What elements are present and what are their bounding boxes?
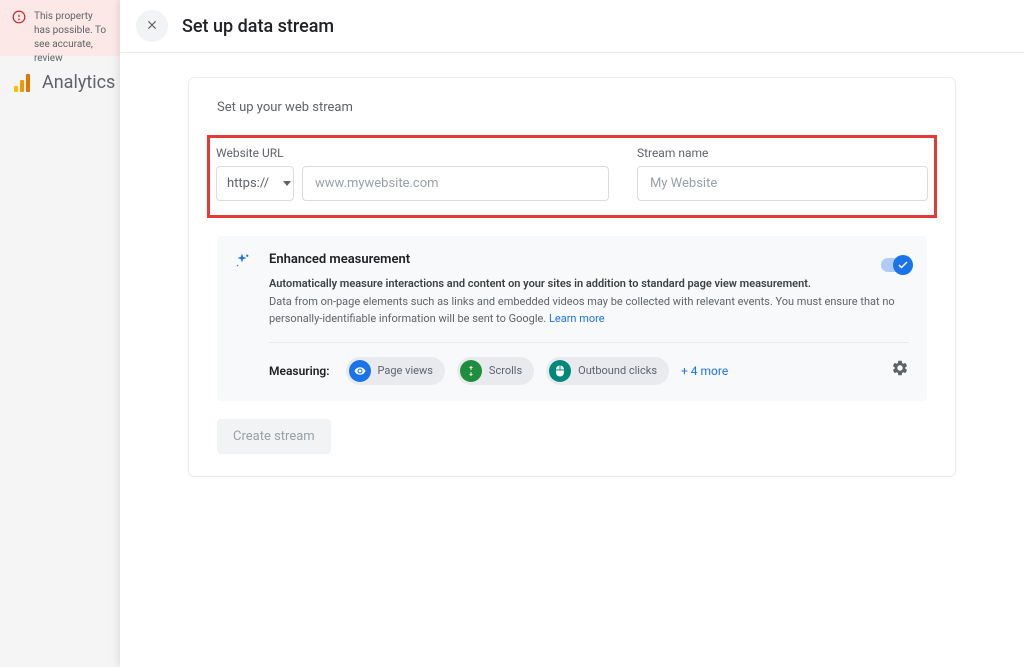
enhanced-title: Enhanced measurement	[269, 252, 909, 267]
mouse-icon	[549, 360, 571, 382]
chip-page-views: Page views	[346, 357, 445, 385]
alert-text: This property has possible. To see accur…	[34, 10, 108, 46]
measuring-label: Measuring:	[269, 364, 330, 378]
divider	[269, 342, 909, 343]
alert-icon	[12, 10, 26, 46]
chip-label: Outbound clicks	[578, 364, 657, 377]
url-input-wrap: https://	[216, 166, 609, 201]
setup-card: Set up your web stream Website URL https…	[188, 77, 956, 477]
protocol-value: https://	[227, 176, 269, 191]
chip-label: Page views	[378, 364, 433, 377]
eye-icon	[349, 360, 371, 382]
analytics-logo-icon	[14, 74, 32, 92]
modal-header: Set up data stream	[120, 0, 1024, 53]
url-label: Website URL	[216, 146, 609, 160]
stream-name-input[interactable]	[637, 166, 928, 201]
backdrop-panel: This property has possible. To see accur…	[0, 0, 120, 667]
more-link[interactable]: + 4 more	[681, 364, 728, 378]
gear-icon	[891, 361, 909, 382]
card-subtitle: Set up your web stream	[217, 100, 927, 115]
highlight-box: Website URL https:// Stream name	[207, 135, 937, 218]
analytics-label: Analytics	[42, 72, 115, 93]
enhanced-line1: Automatically measure interactions and c…	[269, 277, 811, 290]
field-row: Website URL https:// Stream name	[216, 146, 928, 201]
close-icon	[145, 17, 159, 36]
measuring-row: Measuring: Page views Scrolls	[269, 357, 909, 385]
gear-button[interactable]	[891, 359, 909, 382]
enhanced-measurement-box: Enhanced measurement Automatically measu…	[217, 236, 927, 401]
chip-scrolls: Scrolls	[457, 357, 534, 385]
backdrop-header: Analytics	[14, 72, 115, 93]
stream-label: Stream name	[637, 146, 928, 160]
scroll-icon	[460, 360, 482, 382]
sparkle-icon	[233, 252, 251, 274]
alert-banner: This property has possible. To see accur…	[0, 0, 120, 56]
enhanced-desc: Automatically measure interactions and c…	[269, 275, 909, 328]
chip-label: Scrolls	[489, 364, 522, 377]
modal-title: Set up data stream	[182, 16, 334, 37]
chevron-down-icon	[283, 181, 291, 186]
close-button[interactable]	[136, 10, 168, 42]
modal-panel: Set up data stream Set up your web strea…	[120, 0, 1024, 667]
modal-content: Set up your web stream Website URL https…	[120, 53, 1024, 501]
enhanced-toggle[interactable]	[881, 258, 911, 272]
toggle-knob	[893, 255, 913, 275]
protocol-select[interactable]: https://	[216, 166, 294, 201]
create-stream-button[interactable]: Create stream	[217, 419, 331, 454]
chip-outbound: Outbound clicks	[546, 357, 669, 385]
learn-more-link[interactable]: Learn more	[549, 312, 605, 325]
stream-name-group: Stream name	[637, 146, 928, 201]
url-input[interactable]	[302, 166, 609, 201]
url-field-group: Website URL https://	[216, 146, 609, 201]
